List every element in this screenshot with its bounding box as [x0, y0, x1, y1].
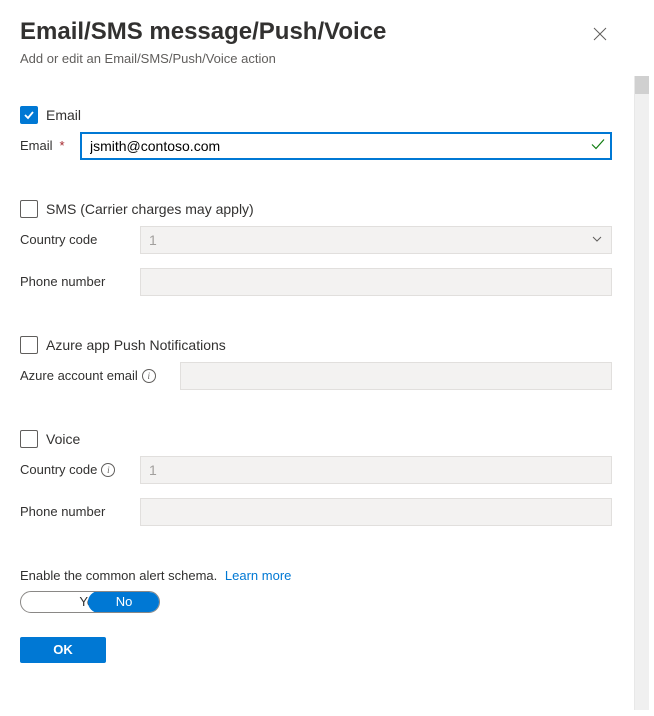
schema-toggle[interactable]: Yes No: [20, 591, 160, 613]
sms-phone-input[interactable]: [140, 268, 612, 296]
scrollbar[interactable]: [634, 76, 649, 710]
close-icon: [593, 27, 607, 41]
panel-title: Email/SMS message/Push/Voice: [20, 18, 386, 47]
close-button[interactable]: [588, 22, 612, 46]
email-input[interactable]: [80, 132, 612, 160]
sms-checkbox-label[interactable]: SMS (Carrier charges may apply): [46, 201, 254, 217]
required-asterisk: *: [60, 138, 65, 153]
scroll-arrow-up[interactable]: [635, 76, 649, 94]
voice-checkbox-label[interactable]: Voice: [46, 431, 80, 447]
push-email-input[interactable]: [180, 362, 612, 390]
email-checkbox-label[interactable]: Email: [46, 107, 81, 123]
push-email-label: Azure account email i: [20, 368, 180, 383]
check-icon: [23, 109, 35, 121]
panel-subtitle: Add or edit an Email/SMS/Push/Voice acti…: [20, 51, 386, 66]
info-icon[interactable]: i: [142, 369, 156, 383]
voice-countrycode-input[interactable]: [140, 456, 612, 484]
voice-phone-label: Phone number: [20, 504, 140, 519]
email-checkbox[interactable]: [20, 106, 38, 124]
sms-checkbox[interactable]: [20, 200, 38, 218]
ok-button[interactable]: OK: [20, 637, 106, 663]
voice-checkbox[interactable]: [20, 430, 38, 448]
schema-label: Enable the common alert schema.: [20, 568, 217, 583]
voice-phone-input[interactable]: [140, 498, 612, 526]
toggle-no[interactable]: No: [88, 591, 160, 613]
chevron-down-icon: [591, 232, 603, 248]
push-checkbox-label[interactable]: Azure app Push Notifications: [46, 337, 226, 353]
sms-countrycode-select[interactable]: 1: [140, 226, 612, 254]
email-field-label: Email*: [20, 138, 80, 153]
learn-more-link[interactable]: Learn more: [225, 568, 291, 583]
push-checkbox[interactable]: [20, 336, 38, 354]
sms-phone-label: Phone number: [20, 274, 140, 289]
voice-countrycode-label: Country code i: [20, 462, 140, 477]
sms-countrycode-label: Country code: [20, 232, 140, 247]
info-icon[interactable]: i: [101, 463, 115, 477]
valid-icon: [590, 136, 606, 155]
